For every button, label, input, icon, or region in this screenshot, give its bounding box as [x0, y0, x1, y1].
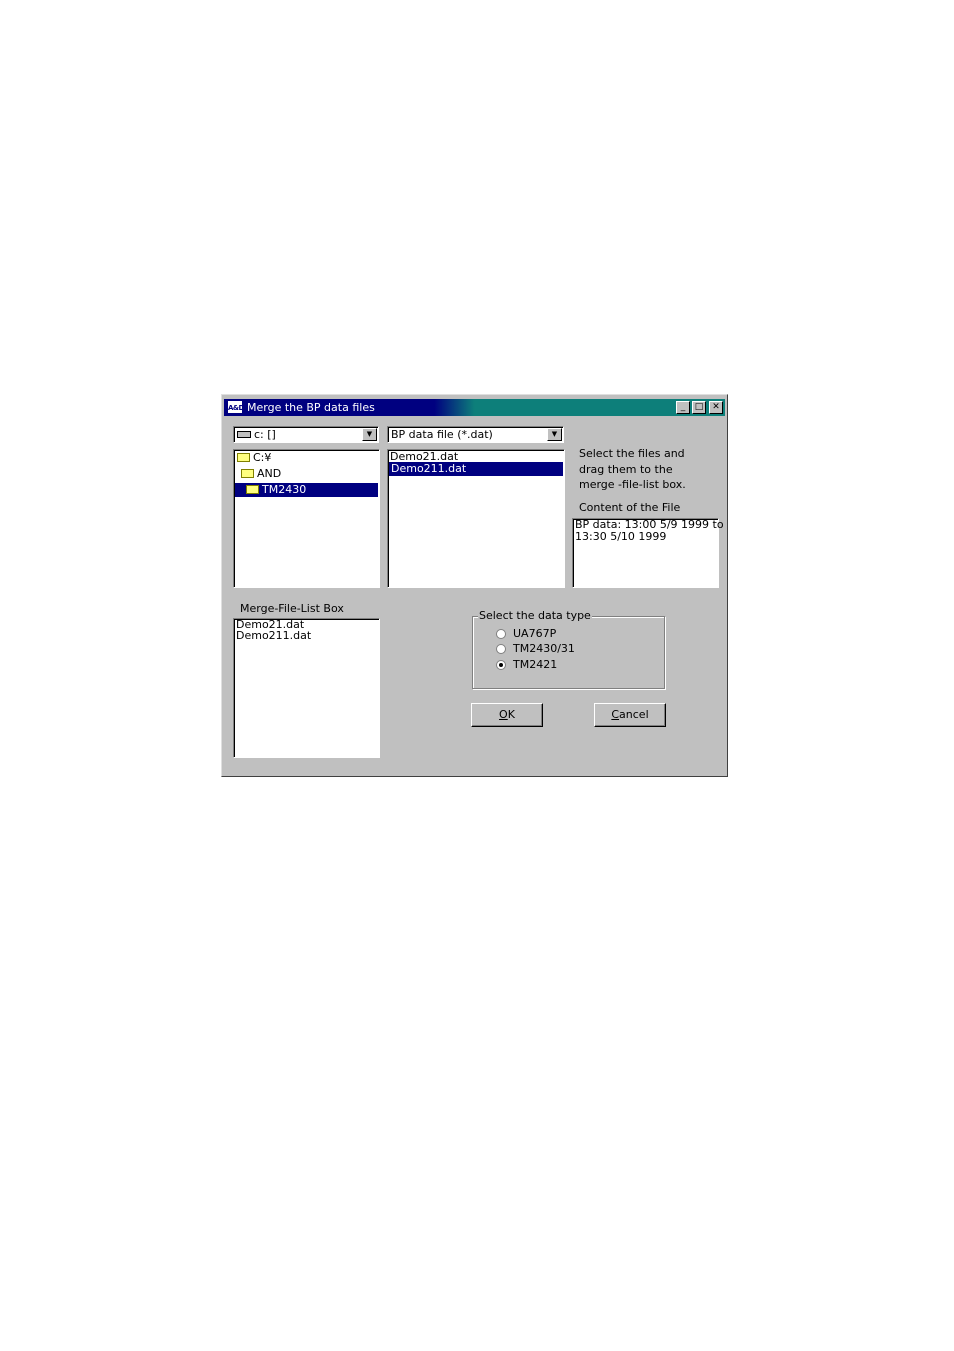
maximize-button[interactable]: □ [692, 401, 706, 414]
chevron-down-icon[interactable]: ▼ [547, 428, 562, 441]
file-type-select[interactable]: BP data file (*.dat) ▼ [387, 426, 564, 443]
instruction-line-2: drag them to the [579, 463, 673, 476]
radio-dot [499, 663, 503, 667]
data-type-group: Select the data type UA767P TM2430/31 TM… [472, 609, 665, 689]
close-button[interactable]: ✕ [709, 401, 723, 414]
folder-tree[interactable]: C:¥ AND TM2430 [233, 449, 380, 588]
window-title: Merge the BP data files [247, 401, 375, 414]
data-type-group-title: Select the data type [478, 609, 592, 623]
title-bar[interactable]: A&D Merge the BP data files _ □ ✕ [224, 399, 725, 416]
file-list-item-selected[interactable]: Demo211.dat [389, 462, 563, 476]
drive-select[interactable]: c: [] ▼ [233, 426, 379, 443]
radio-button[interactable] [496, 629, 506, 639]
ok-button[interactable]: OK [471, 703, 543, 727]
chevron-down-icon[interactable]: ▼ [362, 428, 377, 441]
file-list[interactable]: Demo21.dat Demo211.dat [387, 449, 565, 588]
open-folder-icon [246, 485, 259, 494]
content-line-2: 13:30 5/10 1999 [575, 530, 667, 543]
file-content-box: BP data: 13:00 5/9 1999 to 13:30 5/10 19… [572, 518, 724, 588]
instruction-line-1: Select the files and [579, 447, 685, 460]
cancel-button[interactable]: Cancel [594, 703, 666, 727]
radio-button-selected[interactable] [496, 660, 506, 670]
merge-list-item[interactable]: Demo211.dat [236, 630, 311, 644]
merge-dialog-window: A&D Merge the BP data files _ □ ✕ c: [] … [221, 394, 728, 777]
open-folder-icon [241, 469, 254, 478]
instruction-line-3: merge -file-list box. [579, 478, 686, 491]
folder-item[interactable]: AND [241, 467, 281, 481]
app-icon: A&D [227, 400, 244, 414]
drive-select-value: c: [] [254, 428, 276, 441]
merge-file-list[interactable]: Demo21.dat Demo211.dat [233, 618, 380, 758]
folder-item[interactable]: C:¥ [237, 451, 271, 465]
content-label: Content of the File [579, 501, 681, 514]
file-type-value: BP data file (*.dat) [391, 428, 493, 441]
merge-list-label: Merge-File-List Box [240, 602, 344, 615]
open-folder-icon [237, 453, 250, 462]
drive-icon [237, 431, 251, 438]
folder-item-selected[interactable]: TM2430 [235, 483, 378, 497]
radio-button[interactable] [496, 644, 506, 654]
minimize-button[interactable]: _ [676, 401, 690, 414]
